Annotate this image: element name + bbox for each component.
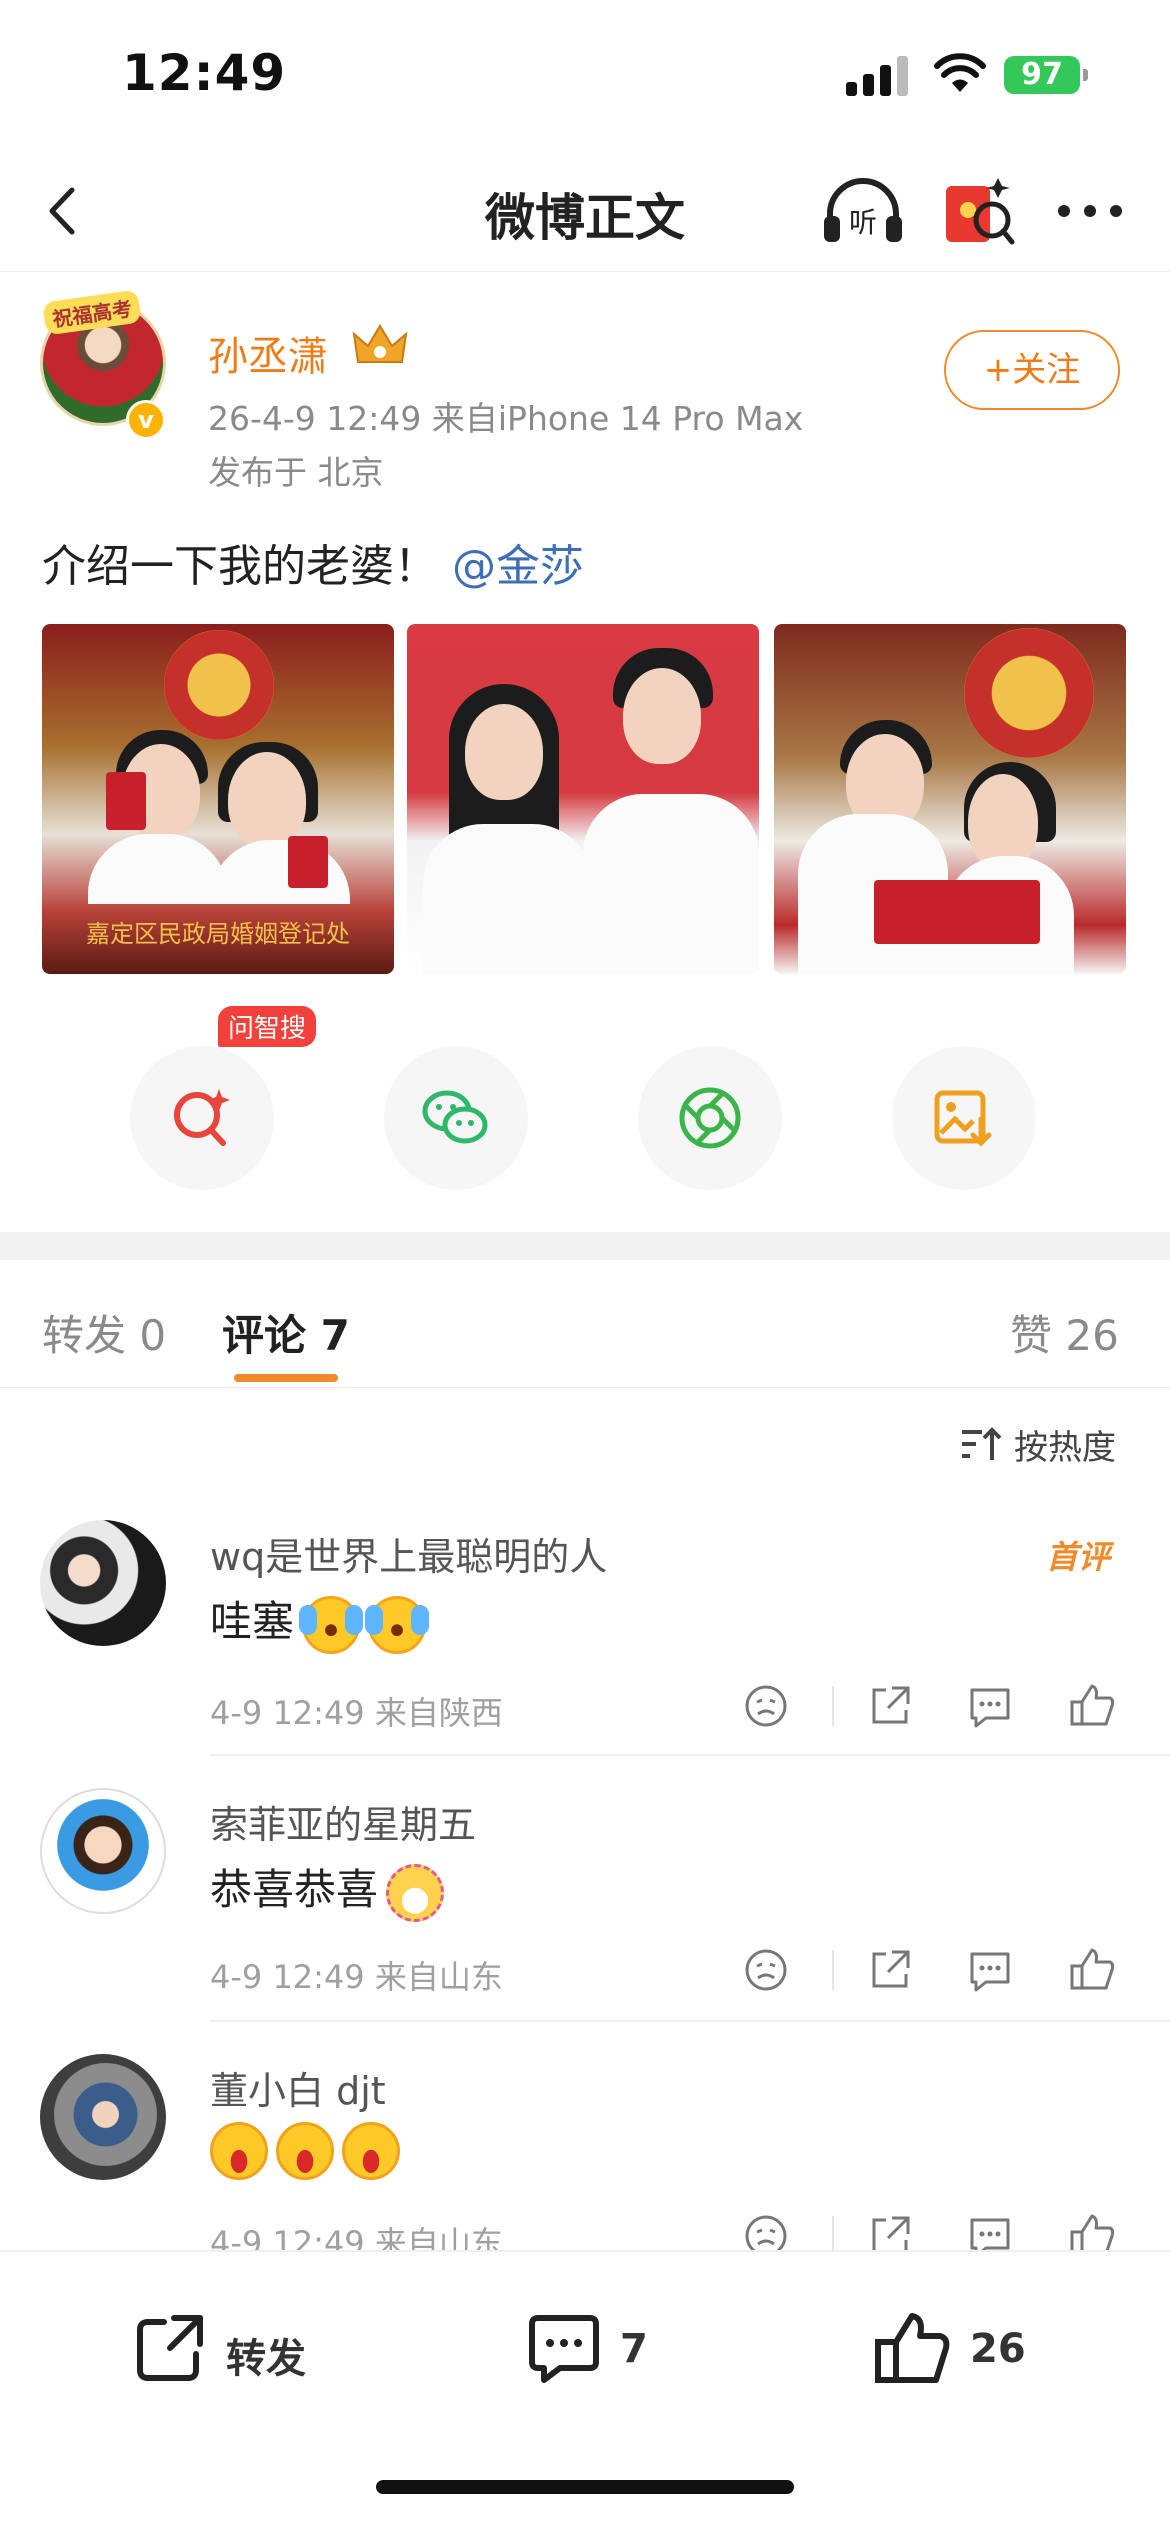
tab-repost-count: 0 [139,1311,167,1360]
tab-repost[interactable]: 转发 0 [42,1302,166,1363]
comment-avatar[interactable] [40,2054,166,2180]
comment-meta: 4-9 12:49 来自陕西 [210,1694,503,1732]
cellular-signal-icon [846,56,910,96]
comment-item: wq是世界上最聪明的人 首评 哇塞 4-9 12:49 来自陕西 [0,1516,1170,1756]
like-icon[interactable] [1066,1680,1118,1732]
comment-text [210,2122,400,2180]
comment-meta: 4-9 12:49 来自山东 [210,1958,503,1996]
save-image-icon [934,1090,992,1147]
follow-button[interactable]: +关注 [944,330,1120,410]
like-icon [875,2313,950,2383]
wechat-icon [422,1090,488,1144]
post-location: 发布于 北京 [208,453,384,492]
status-time: 12:49 [122,44,287,102]
red-packet-icon[interactable] [940,172,1016,252]
laugh-emoji-icon [276,2122,334,2180]
tab-comments-label: 评论 [222,1311,307,1360]
wow-emoji-icon [365,1595,430,1654]
dislike-icon[interactable] [740,1680,792,1732]
tab-comments-count: 7 [320,1311,350,1360]
comment-divider [210,1754,1170,1756]
home-indicator[interactable] [376,2480,794,2494]
photo-3[interactable] [774,624,1126,974]
laugh-emoji-icon [210,2122,268,2180]
comment-author[interactable]: 索菲亚的星期五 [210,1794,476,1849]
comment-author[interactable]: wq是世界上最聪明的人 [210,1526,607,1581]
comment-avatar[interactable] [40,1788,166,1914]
celebrate-emoji-icon [386,1863,445,1922]
comment-divider [210,2020,1170,2022]
sort-by-hot-button[interactable]: 按热度 [1014,1420,1116,1469]
nav-bar: 微博正文 听 [0,150,1170,272]
moments-icon [679,1087,741,1149]
action-separator [832,1950,834,1990]
comment-item: 索菲亚的星期五 恭喜恭喜 4-9 12:49 来自山东 [0,1784,1170,2024]
tab-repost-label: 转发 [42,1311,127,1360]
comment-actions [740,1944,1140,2004]
laugh-emoji-icon [342,2122,400,2180]
comment-icon[interactable] [964,1944,1016,1996]
tab-likes[interactable]: 赞 26 [1010,1302,1119,1363]
sort-icon[interactable] [960,1424,1004,1464]
bottom-repost-button[interactable]: 转发 [130,2308,330,2398]
tab-comments[interactable]: 评论 7 [222,1302,350,1363]
crown-icon[interactable] [352,322,408,370]
more-icon[interactable] [1050,178,1130,244]
bottom-comment-button[interactable]: 7 [524,2308,674,2398]
comment-body: 哇塞 [210,1597,295,1646]
verified-badge: v [126,400,166,440]
detail-tabs: 转发 0 评论 7 赞 26 [0,1260,1170,1388]
bottom-like-count: 26 [970,2326,1026,2372]
search-icon [174,1089,230,1146]
comment-icon[interactable] [964,1680,1016,1732]
post-text: 介绍一下我的老婆！ @金莎 [42,530,584,594]
moments-share-button[interactable] [638,1046,782,1190]
bottom-comment-count: 7 [620,2326,648,2372]
zhisou-search-button[interactable] [130,1046,274,1190]
bottom-like-button[interactable]: 26 [870,2308,1050,2398]
post-meta: 26-4-9 12:49 来自iPhone 14 Pro Max [208,399,804,438]
comment-text: 恭喜恭喜 [210,1856,445,1922]
active-tab-indicator [234,1374,338,1382]
save-image-button[interactable] [892,1046,1036,1190]
post-body: 介绍一下我的老婆！ [42,541,438,592]
photo-2[interactable] [407,624,759,974]
comment-actions [740,1680,1140,1740]
action-separator [832,1686,834,1726]
section-divider [0,1232,1170,1260]
status-bar: 12:49 97 [0,0,1170,150]
dislike-icon[interactable] [740,1944,792,1996]
listen-icon[interactable]: 听 [820,170,906,256]
comment-avatar[interactable] [40,1520,166,1646]
tab-likes-label: 赞 [1010,1311,1053,1360]
author-name[interactable]: 孙丞潇 [208,324,328,382]
like-icon[interactable] [1066,1944,1118,1996]
comment-icon [529,2315,599,2383]
comment-item: 董小白 djt 4-9 12:49 来自山东 [0,2050,1170,2262]
wechat-share-button[interactable] [384,1046,528,1190]
share-row [0,1046,1170,1196]
wifi-icon [934,53,986,92]
photo-1[interactable]: 嘉定区民政局婚姻登记处 [42,624,394,974]
wow-emoji-icon [299,1595,364,1654]
repost-icon[interactable] [864,1944,916,1996]
battery-indicator: 97 [1004,56,1088,94]
photo-grid: 嘉定区民政局婚姻登记处 [42,624,1128,974]
comment-body: 恭喜恭喜 [210,1865,379,1914]
photo-1-sign: 嘉定区民政局婚姻登记处 [86,920,350,948]
first-comment-badge: 首评 [1046,1538,1111,1576]
repost-icon [137,2315,203,2381]
zhisou-tag: 问智搜 [218,1006,317,1047]
repost-icon[interactable] [864,1680,916,1732]
tab-likes-count: 26 [1065,1311,1119,1360]
svg-text:听: 听 [849,206,877,239]
comment-text: 哇塞 [210,1588,430,1654]
bottom-repost-label: 转发 [226,2336,306,2382]
mention-link[interactable]: @金莎 [452,541,584,592]
comment-author[interactable]: 董小白 djt [210,2060,386,2115]
